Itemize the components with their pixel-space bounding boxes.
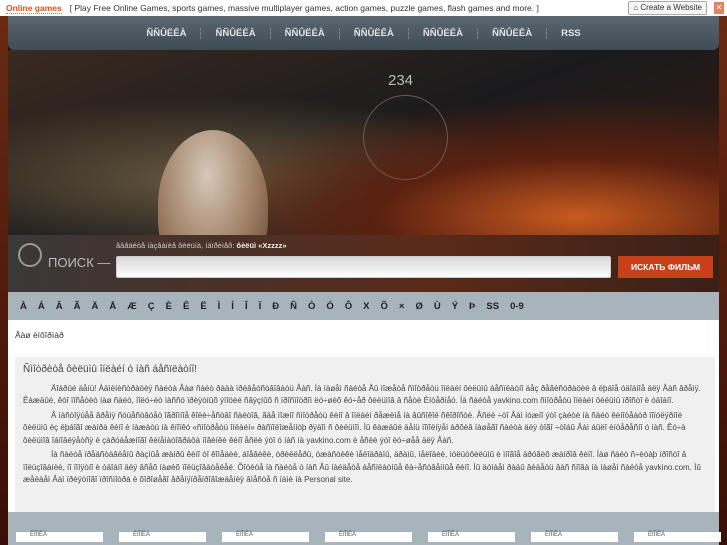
bottom-bar: ÊÍÎÏÊÀ ÊÍÎÏÊÀ ÊÍÎÏÊÀ ÊÍÎÏÊÀ ÊÍÎÏÊÀ ÊÍÎÏÊÀ ÊÍÎÏ… <box>8 512 721 545</box>
bottom-button[interactable]: ÊÍÎÏÊÀ <box>16 532 103 542</box>
letter-link[interactable]: Ý <box>452 301 458 312</box>
letter-link[interactable]: 0-9 <box>510 301 524 312</box>
article-paragraph: Íà ñàéòå ïðåäñòàâëåíû ðàçíûå æàíðû êèíî … <box>23 450 701 484</box>
content-area: Âàø èíôîðìàð Ñìîòðèòå ôèëüìû îíëàéí ó íà… <box>8 320 721 545</box>
bottom-button[interactable]: ÊÍÎÏÊÀ <box>531 532 618 542</box>
search-input[interactable] <box>116 256 611 278</box>
letter-link[interactable]: × <box>399 301 405 312</box>
bottom-button[interactable]: ÊÍÎÏÊÀ <box>119 532 206 542</box>
side-background <box>719 16 727 545</box>
nav-item[interactable]: ÑÑÛËÊÀ <box>340 27 409 39</box>
article-title: Ñìîòðèòå ôèëüìû îíëàéí ó íàñ áåñïëàòíî! <box>23 364 198 375</box>
letter-link[interactable]: Õ <box>380 301 387 312</box>
letter-link[interactable]: Å <box>109 301 116 312</box>
search-button[interactable]: ИСКАТЬ ФИЛЬМ <box>618 256 713 278</box>
side-background <box>0 16 8 545</box>
letter-link[interactable]: Ó <box>326 301 333 312</box>
letter-link[interactable]: È <box>166 301 172 312</box>
search-hint-text: ââåäèòå íàçâàíèå ôèëüìà, íàïðèìåð: <box>116 241 235 250</box>
letter-link[interactable]: Þ <box>469 301 475 312</box>
nav-item[interactable]: ÑÑÛËÊÀ <box>478 27 548 39</box>
bottom-button[interactable]: ÊÍÎÏÊÀ <box>325 532 412 542</box>
letter-link[interactable]: Æ <box>127 301 137 312</box>
search-hint: ââåäèòå íàçâàíèå ôèëüìà, íàïðèìåð: ôèëüì… <box>116 241 287 250</box>
search-bar: ПОИСК — ââåäèòå íàçâàíèå ôèëüìà, íàïðèìå… <box>8 235 719 292</box>
article-paragraph: Â íàñòîÿùåå âðåìÿ ñóùåñòâóåò îãðîìíîå êî… <box>23 410 686 445</box>
top-bar: Online games [ Play Free Online Games, s… <box>0 0 727 16</box>
search-icon <box>18 243 42 267</box>
search-hint-example: ôèëüì «Xzzzz» <box>236 241 287 250</box>
letter-link[interactable]: Ñ <box>290 301 297 312</box>
bottom-button[interactable]: ÊÍÎÏÊÀ <box>634 532 721 542</box>
letter-link[interactable]: Ï <box>259 301 262 312</box>
tagline: [ Play Free Online Games, sports games, … <box>69 3 539 13</box>
brand-link[interactable]: Online games <box>6 3 62 14</box>
breadcrumb: Âàø èíôîðìàð <box>15 330 64 340</box>
create-website-button[interactable]: ⌂ Create a Website <box>628 1 707 15</box>
nav-item[interactable]: ÑÑÛËÊÀ <box>201 27 271 39</box>
letter-link[interactable]: Á <box>38 301 45 312</box>
nav-item[interactable]: ÑÑÛËÊÀ <box>271 27 340 39</box>
letter-link[interactable]: Î <box>245 301 248 312</box>
letter-link[interactable]: Ê <box>183 301 189 312</box>
letter-link[interactable]: Ô <box>345 301 352 312</box>
bottom-button[interactable]: ÊÍÎÏÊÀ <box>428 532 515 542</box>
nav-item-rss[interactable]: RSS <box>547 28 595 39</box>
letter-link[interactable]: Í <box>231 301 234 312</box>
letter-link[interactable]: Ò <box>308 301 315 312</box>
letter-link[interactable]: Â <box>56 301 63 312</box>
speed-readout: 234 <box>388 72 414 89</box>
letter-link[interactable]: Ø <box>415 301 422 312</box>
alphabet-filter: À Á Â Ã Ä Å Æ Ç È Ê Ë Ì Í Î Ï Ð Ñ Ò Ó Ô X Õ × Ø Ù Ý Þ SS 0-9 <box>8 292 719 320</box>
create-website-label: Create a Website <box>640 3 702 12</box>
header-banner: 234 <box>8 50 719 280</box>
letter-link[interactable]: SS <box>486 301 499 312</box>
letter-link[interactable]: Ì <box>218 301 221 312</box>
letter-link[interactable]: Ð <box>272 301 279 312</box>
letter-link[interactable]: Ä <box>92 301 99 312</box>
letter-link[interactable]: Ë <box>200 301 206 312</box>
main-nav: ÑÑÛËÊÀ ÑÑÛËÊÀ ÑÑÛËÊÀ ÑÑÛËÊÀ ÑÑÛËÊÀ ÑÑÛËÊ… <box>8 16 719 50</box>
article-box: Ñìîòðèòå ôèëüìû îíëàéí ó íàñ áåñïëàòíî! … <box>15 357 715 512</box>
close-icon[interactable]: ✕ <box>714 2 724 14</box>
letter-link[interactable]: X <box>363 301 369 312</box>
letter-link[interactable]: Ç <box>148 301 155 312</box>
letter-link[interactable]: À <box>20 301 27 312</box>
bottom-button[interactable]: ÊÍÎÏÊÀ <box>222 532 309 542</box>
article-paragraph: Äîáðûé äåíü! Àäìèíèñòðàöèÿ ñàéòà Âàø ñàé… <box>23 383 701 406</box>
nav-item[interactable]: ÑÑÛËÊÀ <box>132 27 202 39</box>
search-label: ПОИСК — <box>48 255 111 270</box>
nav-item[interactable]: ÑÑÛËÊÀ <box>409 27 478 39</box>
letter-link[interactable]: Ã <box>74 301 81 312</box>
speedometer-graphic <box>363 95 448 180</box>
letter-link[interactable]: Ù <box>434 301 441 312</box>
